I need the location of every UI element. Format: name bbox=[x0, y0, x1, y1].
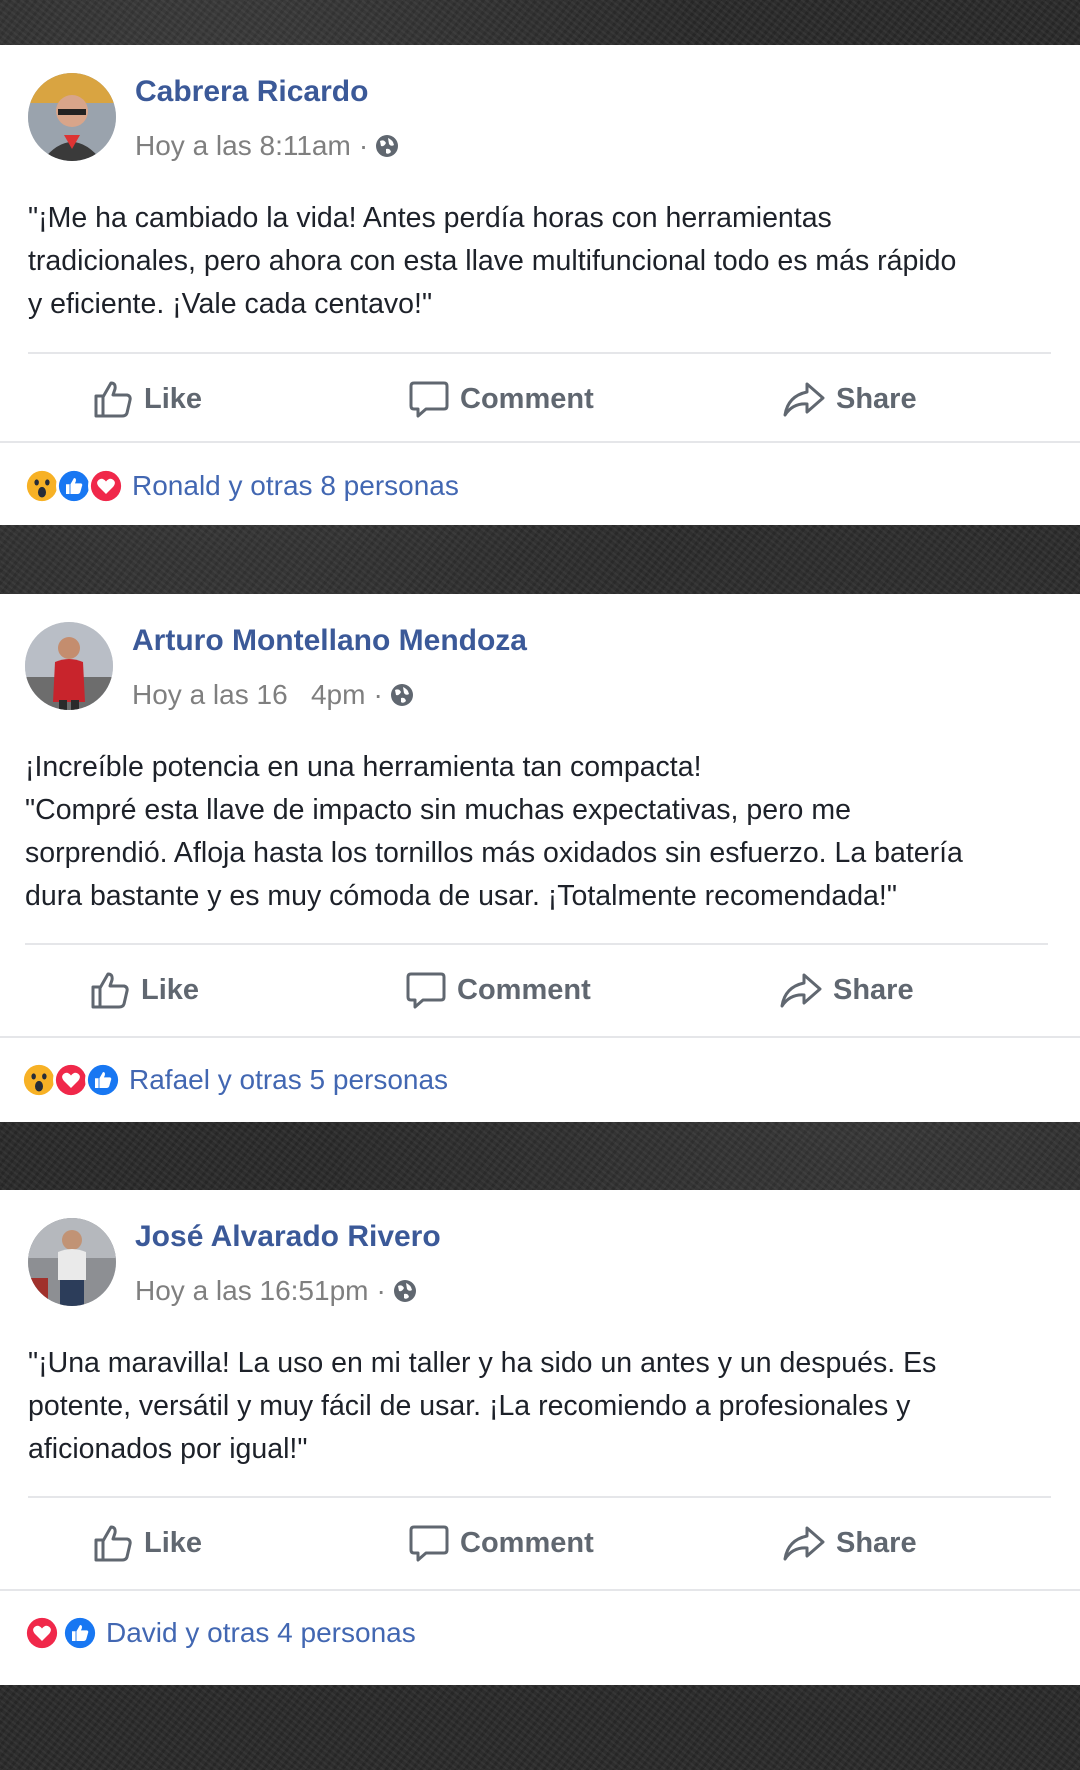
post-time[interactable]: Hoy a las 8:11am bbox=[135, 130, 351, 162]
like-label: Like bbox=[144, 382, 203, 415]
share-label: Share bbox=[833, 973, 914, 1006]
share-button[interactable]: Share bbox=[779, 969, 914, 1011]
share-icon bbox=[783, 1526, 825, 1561]
love-icon bbox=[24, 1615, 60, 1651]
like-label: Like bbox=[141, 973, 200, 1006]
post-meta: Hoy a las 16:51pm · bbox=[135, 1275, 418, 1307]
share-label: Share bbox=[836, 382, 917, 415]
reactions-bar[interactable]: David y otras 4 personas bbox=[24, 1615, 416, 1651]
meta-dot: · bbox=[358, 130, 369, 161]
reactions-bar[interactable]: Rafael y otras 5 personas bbox=[21, 1062, 448, 1098]
thumbs-up-icon bbox=[94, 1525, 132, 1562]
like-icon bbox=[62, 1615, 98, 1651]
reaction-summary[interactable]: Ronald y otras 8 personas bbox=[132, 470, 459, 502]
divider bbox=[0, 441, 1080, 443]
thumbs-up-icon bbox=[91, 972, 129, 1009]
comment-icon bbox=[409, 381, 449, 418]
share-button[interactable]: Share bbox=[782, 378, 917, 420]
share-button[interactable]: Share bbox=[782, 1522, 917, 1564]
divider bbox=[0, 1589, 1080, 1591]
post-card: Arturo Montellano Mendoza Hoy a las 16 4… bbox=[0, 594, 1080, 1122]
like-button[interactable]: Like bbox=[89, 969, 199, 1011]
like-icon bbox=[56, 468, 92, 504]
like-icon bbox=[85, 1062, 121, 1098]
like-label: Like bbox=[144, 1526, 203, 1559]
avatar[interactable] bbox=[28, 1218, 116, 1306]
divider bbox=[28, 352, 1051, 354]
post-card: Cabrera Ricardo Hoy a las 8:11am · "¡Me … bbox=[0, 45, 1080, 525]
share-icon bbox=[783, 382, 825, 417]
post-body: "¡Me ha cambiado la vida! Antes perdía h… bbox=[28, 202, 957, 320]
wow-icon bbox=[21, 1062, 57, 1098]
comment-icon bbox=[406, 972, 446, 1009]
comment-button[interactable]: Comment bbox=[408, 1522, 594, 1564]
post-meta: Hoy a las 8:11am · bbox=[135, 130, 400, 162]
comment-button[interactable]: Comment bbox=[405, 969, 591, 1011]
reaction-summary[interactable]: Rafael y otras 5 personas bbox=[129, 1064, 448, 1096]
comment-label: Comment bbox=[457, 973, 591, 1006]
divider bbox=[25, 943, 1048, 945]
post-meta: Hoy a las 16 4pm · bbox=[132, 679, 415, 711]
globe-icon bbox=[376, 135, 399, 157]
meta-dot: · bbox=[373, 679, 383, 710]
globe-icon bbox=[390, 684, 413, 706]
comment-icon bbox=[409, 1525, 449, 1562]
wow-icon bbox=[24, 468, 60, 504]
like-button[interactable]: Like bbox=[92, 1522, 202, 1564]
post-body: "¡Una maravilla! La uso en mi taller y h… bbox=[28, 1347, 937, 1465]
avatar[interactable] bbox=[28, 73, 116, 161]
love-icon bbox=[88, 468, 124, 504]
globe-icon bbox=[393, 1280, 416, 1302]
author-name[interactable]: Cabrera Ricardo bbox=[135, 75, 368, 109]
reactions-bar[interactable]: Ronald y otras 8 personas bbox=[24, 468, 459, 504]
post-time[interactable]: Hoy a las 16 4pm bbox=[132, 679, 365, 711]
avatar[interactable] bbox=[25, 622, 113, 710]
like-button[interactable]: Like bbox=[92, 378, 202, 420]
comment-button[interactable]: Comment bbox=[408, 378, 594, 420]
post-body: ¡Increíble potencia en una herramienta t… bbox=[25, 751, 963, 912]
post-time[interactable]: Hoy a las 16:51pm bbox=[135, 1275, 368, 1307]
share-icon bbox=[780, 973, 822, 1008]
author-name[interactable]: Arturo Montellano Mendoza bbox=[132, 624, 527, 658]
post-card: José Alvarado Rivero Hoy a las 16:51pm ·… bbox=[0, 1190, 1080, 1685]
comment-label: Comment bbox=[460, 1526, 594, 1559]
love-icon bbox=[53, 1062, 89, 1098]
author-name[interactable]: José Alvarado Rivero bbox=[135, 1220, 441, 1254]
share-label: Share bbox=[836, 1526, 917, 1559]
reaction-summary[interactable]: David y otras 4 personas bbox=[106, 1617, 416, 1649]
divider bbox=[0, 1036, 1080, 1038]
divider bbox=[28, 1496, 1051, 1498]
comment-label: Comment bbox=[460, 382, 594, 415]
meta-dot: · bbox=[376, 1275, 386, 1306]
thumbs-up-icon bbox=[94, 381, 132, 418]
